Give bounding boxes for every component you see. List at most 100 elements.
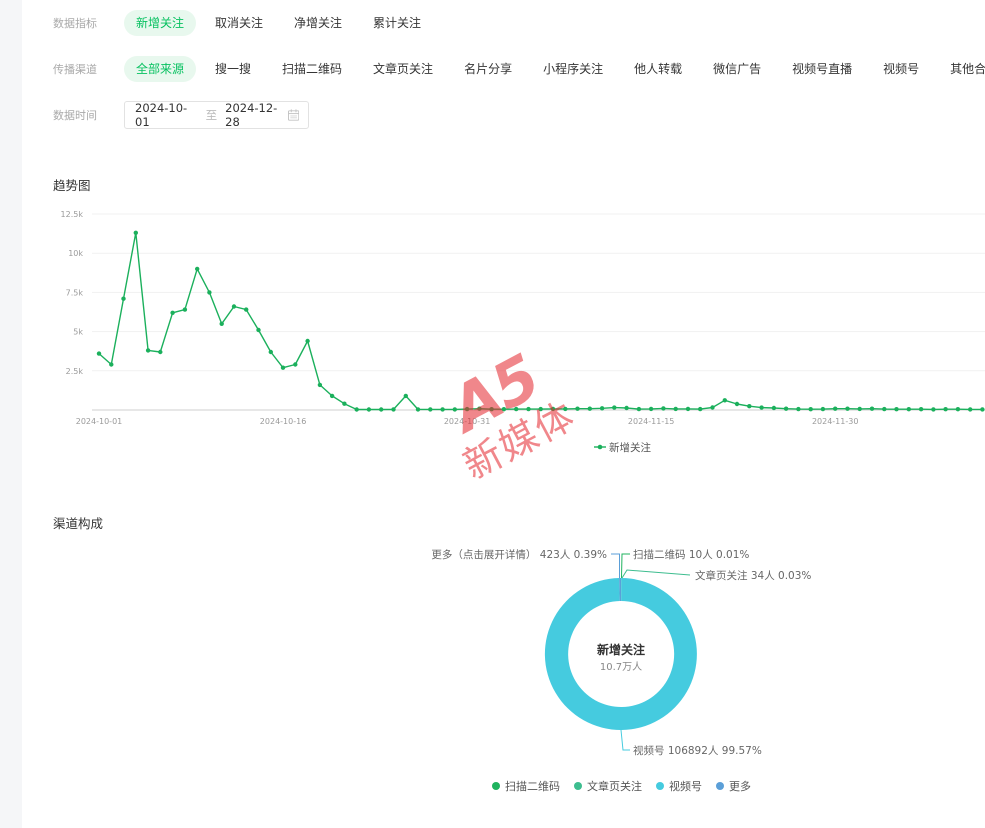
channel-options: 全部来源 搜一搜 扫描二维码 文章页关注 名片分享 小程序关注 他人转载 微信广… xyxy=(124,56,985,82)
metric-filter-label: 数据指标 xyxy=(53,17,97,30)
metric-options: 新增关注 取消关注 净增关注 累计关注 xyxy=(124,10,433,36)
data-point xyxy=(968,407,973,412)
date-range-picker[interactable]: 2024-10-01 至 2024-12-28 xyxy=(124,101,309,129)
data-point xyxy=(759,405,764,410)
channel-option-article-follow[interactable]: 文章页关注 xyxy=(361,56,445,82)
start-date-field[interactable]: 2024-10-01 xyxy=(135,101,198,129)
slice-label-more[interactable]: 更多（点击展开详情） 423人 0.39% xyxy=(431,548,607,561)
channel-option-other[interactable]: 其他合 xyxy=(938,56,985,82)
y-tick-label: 7.5k xyxy=(66,288,84,297)
channel-option-qr-scan[interactable]: 扫描二维码 xyxy=(270,56,354,82)
data-point xyxy=(342,401,347,406)
data-point xyxy=(575,406,580,411)
data-point xyxy=(722,398,727,403)
metric-filter-row: 数据指标 新增关注 取消关注 净增关注 累计关注 xyxy=(53,10,985,36)
data-point xyxy=(219,321,224,326)
trend-legend-item[interactable]: 新增关注 xyxy=(594,441,651,454)
data-point xyxy=(882,406,887,412)
x-tick-label: 2024-10-16 xyxy=(260,417,307,426)
calendar-icon[interactable] xyxy=(287,109,299,121)
data-point xyxy=(747,404,752,409)
metric-option-total-follow[interactable]: 累计关注 xyxy=(361,10,433,36)
channel-option-mini-program[interactable]: 小程序关注 xyxy=(531,56,615,82)
donut-center-value: 10.7万人 xyxy=(600,661,642,673)
trend-section-title: 趋势图 xyxy=(53,178,91,193)
x-tick-label: 2024-11-30 xyxy=(812,417,859,426)
metric-option-net-follow[interactable]: 净增关注 xyxy=(282,10,354,36)
channel-option-card-share[interactable]: 名片分享 xyxy=(452,56,524,82)
data-point xyxy=(256,327,261,333)
data-point xyxy=(317,382,323,388)
channel-option-all[interactable]: 全部来源 xyxy=(124,56,197,82)
channel-option-wechat-ads[interactable]: 微信广告 xyxy=(701,56,773,82)
metric-option-new-follow[interactable]: 新增关注 xyxy=(124,10,197,36)
data-point xyxy=(820,406,826,412)
data-point xyxy=(698,406,703,412)
channel-option-repost[interactable]: 他人转载 xyxy=(622,56,694,82)
legend-label: 视频号 xyxy=(669,780,702,793)
y-tick-label: 10k xyxy=(68,249,83,258)
legend-label: 扫描二维码 xyxy=(505,780,560,793)
label-line-channels xyxy=(620,729,630,751)
data-point xyxy=(845,406,850,411)
slice-label-article-follow: 文章页关注 34人 0.03% xyxy=(695,569,811,582)
data-point xyxy=(526,406,531,412)
legend-item-qr-scan[interactable]: 扫描二维码 xyxy=(492,778,560,794)
metric-option-unfollow[interactable]: 取消关注 xyxy=(203,10,275,36)
legend-label: 文章页关注 xyxy=(587,780,642,793)
data-point xyxy=(145,348,151,353)
data-point xyxy=(796,406,801,412)
legend-item-more[interactable]: 更多 xyxy=(716,778,751,794)
y-tick-label: 5k xyxy=(73,328,83,337)
data-point xyxy=(170,310,175,315)
legend-dot xyxy=(574,782,582,790)
data-point xyxy=(231,304,237,309)
data-point xyxy=(661,406,666,411)
data-point xyxy=(771,405,777,411)
data-point xyxy=(379,407,384,412)
data-point xyxy=(452,407,457,412)
channel-option-search[interactable]: 搜一搜 xyxy=(203,56,263,82)
slice-label-qr-scan: 扫描二维码 10人 0.01% xyxy=(633,548,749,561)
data-point xyxy=(869,406,875,411)
label-line-qr-scan xyxy=(621,553,630,579)
x-tick-label: 2024-10-31 xyxy=(444,417,491,426)
legend-item-channels[interactable]: 视频号 xyxy=(656,778,702,794)
label-line-article-follow xyxy=(621,569,691,579)
channel-option-channels[interactable]: 视频号 xyxy=(871,56,931,82)
end-date-field[interactable]: 2024-12-28 xyxy=(225,101,288,129)
data-point xyxy=(244,307,249,312)
legend-dot xyxy=(492,782,500,790)
data-point xyxy=(501,407,507,412)
data-point xyxy=(808,407,813,412)
data-point xyxy=(268,349,273,355)
channel-filter-label: 传播渠道 xyxy=(53,63,97,76)
data-point xyxy=(207,290,212,295)
data-point xyxy=(514,406,519,412)
donut-center-title: 新增关注 xyxy=(597,642,645,657)
data-point xyxy=(182,307,188,312)
data-point xyxy=(464,406,470,412)
data-point xyxy=(673,406,678,412)
data-point xyxy=(710,405,715,410)
data-point xyxy=(980,407,985,412)
series-line xyxy=(98,232,983,411)
data-point xyxy=(305,338,310,344)
legend-item-article-follow[interactable]: 文章页关注 xyxy=(574,778,642,794)
data-point xyxy=(195,266,200,272)
data-point xyxy=(648,406,654,412)
channel-option-channels-live[interactable]: 视频号直播 xyxy=(780,56,864,82)
data-point xyxy=(329,393,335,399)
data-point xyxy=(563,406,568,412)
channel-filter-row: 传播渠道 全部来源 搜一搜 扫描二维码 文章页关注 名片分享 小程序关注 他人转… xyxy=(53,56,985,82)
data-point xyxy=(121,296,126,301)
data-point xyxy=(538,406,543,412)
date-range-separator: 至 xyxy=(205,108,218,122)
legend-label: 更多 xyxy=(729,780,751,793)
trend-legend-label: 新增关注 xyxy=(609,441,651,454)
data-point xyxy=(415,407,421,412)
y-tick-label: 2.5k xyxy=(66,367,84,376)
donut-legend: 扫描二维码 文章页关注 视频号 更多 xyxy=(492,778,751,794)
data-point xyxy=(293,362,298,367)
data-point xyxy=(636,406,642,412)
